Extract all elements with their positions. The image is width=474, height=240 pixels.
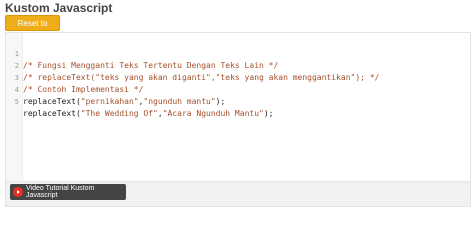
code-function-call: replaceText( bbox=[23, 97, 81, 106]
video-tutorial-button[interactable]: Video Tutorial Kustom Javascript bbox=[10, 184, 126, 200]
code-string: "Acara Ngunduh Mantu" bbox=[162, 109, 264, 118]
code-line[interactable]: 4 replaceText("pernikahan","ngunduh mant… bbox=[6, 72, 470, 106]
code-string: "ngunduh mantu" bbox=[143, 97, 216, 106]
code-closing: ); bbox=[215, 97, 226, 106]
code-string: "The Wedding Of" bbox=[80, 109, 158, 118]
youtube-play-icon bbox=[13, 187, 23, 197]
code-line[interactable]: 3 /* Contoh Implementasi */ bbox=[6, 60, 470, 94]
code-function-call: replaceText( bbox=[23, 109, 81, 118]
code-statement: replaceText("pernikahan","ngunduh mantu"… bbox=[23, 96, 225, 108]
panel-title: Kustom Javascript bbox=[5, 1, 113, 15]
code-editor[interactable]: 1 /* Fungsi Mengganti Teks Tertentu Deng… bbox=[5, 32, 471, 207]
code-line[interactable]: 5 replaceText("The Wedding Of","Acara Ng… bbox=[6, 84, 470, 118]
code-line[interactable]: 1 /* Fungsi Mengganti Teks Tertentu Deng… bbox=[6, 36, 470, 70]
reset-to-default-button[interactable]: Reset to default bbox=[5, 15, 60, 44]
line-number: 5 bbox=[14, 98, 19, 106]
code-line[interactable]: 2 /* replaceText("teks yang akan diganti… bbox=[6, 48, 470, 82]
code-closing: ); bbox=[263, 109, 274, 118]
code-statement: replaceText("The Wedding Of","Acara Ngun… bbox=[23, 108, 273, 120]
code-string: "pernikahan" bbox=[80, 97, 139, 106]
video-tutorial-label: Video Tutorial Kustom Javascript bbox=[26, 185, 95, 199]
